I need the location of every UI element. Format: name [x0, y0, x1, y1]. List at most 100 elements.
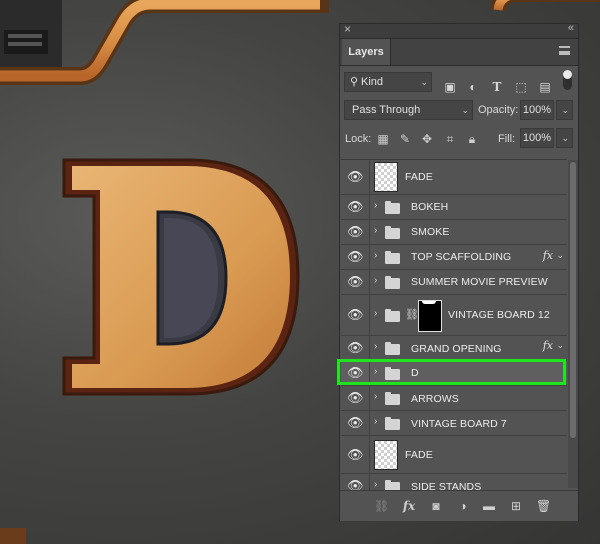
panel-bottom-toolbar: ⛓ fx ◙ ◑ ▬ ⊞ 🗑︎ [340, 490, 578, 521]
eye-visibility-icon[interactable]: 👁︎ [347, 308, 364, 321]
layer-name: FADE [405, 449, 433, 461]
layer-row[interactable]: 👁︎ FADE [341, 160, 567, 195]
layer-mask-thumbnail[interactable] [418, 300, 442, 332]
row-separator [369, 160, 370, 194]
layer-name: VINTAGE BOARD 7 [411, 418, 507, 430]
eye-visibility-icon[interactable]: 👁︎ [347, 275, 364, 288]
lock-artboard-icon[interactable]: ⌗ [443, 132, 457, 146]
layer-name: TOP SCAFFOLDING [411, 251, 512, 263]
lock-position-icon[interactable]: ✥ [420, 132, 434, 146]
eye-visibility-icon[interactable]: 👁︎ [347, 448, 364, 461]
eye-visibility-icon[interactable]: 👁︎ [347, 479, 364, 490]
layer-row[interactable]: 👁︎ › SIDE STANDS [341, 474, 567, 490]
lock-all-icon[interactable]: 🔒︎ [465, 132, 479, 146]
type-filter-icon[interactable]: T [490, 80, 504, 94]
fx-icon[interactable]: fx [543, 339, 553, 352]
panel-menu-icon[interactable] [559, 46, 570, 55]
link-layers-icon[interactable]: ⛓ [374, 499, 389, 513]
expand-caret-icon[interactable]: › [374, 479, 377, 490]
tab-layers[interactable]: Layers [342, 39, 391, 65]
smart-object-filter-icon[interactable]: ▤ [538, 80, 552, 94]
adjustment-filter-icon[interactable]: ◐ [466, 80, 480, 94]
opacity-input[interactable]: 100% [520, 100, 554, 120]
chevron-down-icon: ⌄ [561, 133, 569, 143]
layer-name: BOKEH [411, 201, 449, 213]
expand-caret-icon[interactable]: › [374, 341, 377, 352]
layer-row[interactable]: 👁︎ › ARROWS [341, 386, 567, 411]
scrollbar-thumb[interactable] [570, 162, 576, 438]
layer-row[interactable]: 👁︎ › GRAND OPENING fx ⌄ [341, 336, 567, 361]
selected-layer-highlight-box [337, 359, 566, 385]
eye-visibility-icon[interactable]: 👁︎ [347, 416, 364, 429]
expand-caret-icon[interactable]: › [374, 250, 377, 261]
fill-input[interactable]: 100% [520, 128, 554, 148]
collapse-panel-icon[interactable]: « [568, 22, 574, 34]
filter-kind-label: Kind [361, 76, 384, 88]
fx-icon[interactable]: fx [543, 249, 553, 262]
eye-visibility-icon[interactable]: 👁︎ [347, 200, 364, 213]
eye-visibility-icon[interactable]: 👁︎ [347, 250, 364, 263]
expand-caret-icon[interactable]: › [374, 416, 377, 427]
filter-toggle-switch[interactable] [563, 70, 572, 90]
add-mask-icon[interactable]: ◙ [429, 499, 443, 513]
layer-row[interactable]: 👁︎ › BOKEH [341, 195, 567, 220]
lock-label: Lock: [345, 133, 372, 145]
fill-stepper[interactable]: ⌄ [556, 128, 573, 148]
layer-row[interactable]: 👁︎ › TOP SCAFFOLDING fx ⌄ [341, 245, 567, 270]
row-separator [369, 436, 370, 473]
row-separator [369, 386, 370, 410]
layer-name: SMOKE [411, 226, 450, 238]
opacity-stepper[interactable]: ⌄ [556, 100, 573, 120]
fill-label: Fill: [498, 133, 516, 145]
filter-kind-dropdown[interactable]: ⚲ Kind ⌄ [344, 72, 432, 92]
layer-row[interactable]: 👁︎ › SMOKE [341, 220, 567, 245]
expand-caret-icon[interactable]: › [374, 308, 377, 319]
panel-tab-row: Layers [340, 39, 578, 66]
layer-list-scrollbar[interactable] [568, 160, 578, 488]
row-separator [369, 220, 370, 244]
layer-name: SUMMER MOVIE PREVIEW [411, 276, 548, 288]
row-separator [369, 195, 370, 219]
chevron-down-icon: ⌄ [461, 105, 469, 115]
blend-mode-dropdown[interactable]: Pass Through ⌄ [344, 100, 473, 120]
chevron-down-icon[interactable]: ⌄ [556, 250, 564, 261]
row-separator [369, 474, 370, 490]
layer-row[interactable]: 👁︎ › SUMMER MOVIE PREVIEW [341, 270, 567, 295]
folder-icon [385, 417, 400, 430]
eye-visibility-icon[interactable]: 👁︎ [347, 341, 364, 354]
row-separator [369, 270, 370, 294]
lock-transparent-pixels-icon[interactable]: ▦ [376, 132, 390, 146]
expand-caret-icon[interactable]: › [374, 200, 377, 211]
trash-icon[interactable]: 🗑︎ [536, 499, 551, 513]
layer-row[interactable]: 👁︎ › ⛓ VINTAGE BOARD 12 [341, 295, 567, 336]
chevron-down-icon[interactable]: ⌄ [556, 340, 564, 351]
folder-icon [385, 309, 400, 322]
eye-visibility-icon[interactable]: 👁︎ [347, 225, 364, 238]
mask-link-icon[interactable]: ⛓ [405, 308, 419, 321]
layer-row[interactable]: 👁︎ › VINTAGE BOARD 7 [341, 411, 567, 436]
layer-name: ARROWS [411, 393, 459, 405]
layers-panel: × « Layers ⚲ Kind ⌄ ▣ ◐ T ⬚ ▤ Pass Throu… [339, 22, 579, 521]
shape-filter-icon[interactable]: ⬚ [514, 80, 528, 94]
image-filter-icon[interactable]: ▣ [443, 80, 457, 94]
adjustment-layer-icon[interactable]: ◑ [456, 499, 470, 513]
search-icon: ⚲ [350, 76, 359, 88]
new-layer-icon[interactable]: ⊞ [509, 499, 523, 513]
letter-d-artwork [62, 158, 300, 396]
layer-name: SIDE STANDS [411, 481, 482, 490]
eye-visibility-icon[interactable]: 👁︎ [347, 170, 364, 183]
folder-icon [385, 226, 400, 239]
chevron-down-icon: ⌄ [420, 77, 428, 87]
lock-image-pixels-icon[interactable]: ✎ [398, 132, 412, 146]
eye-visibility-icon[interactable]: 👁︎ [347, 391, 364, 404]
expand-caret-icon[interactable]: › [374, 225, 377, 236]
close-panel-icon[interactable]: × [344, 22, 351, 36]
chevron-down-icon: ⌄ [561, 105, 569, 115]
expand-caret-icon[interactable]: › [374, 391, 377, 402]
new-group-icon[interactable]: ▬ [482, 499, 496, 513]
fx-icon[interactable]: fx [402, 499, 416, 513]
folder-icon [385, 201, 400, 214]
layer-row[interactable]: 👁︎ FADE [341, 436, 567, 474]
expand-caret-icon[interactable]: › [374, 275, 377, 286]
folder-icon [385, 342, 400, 355]
